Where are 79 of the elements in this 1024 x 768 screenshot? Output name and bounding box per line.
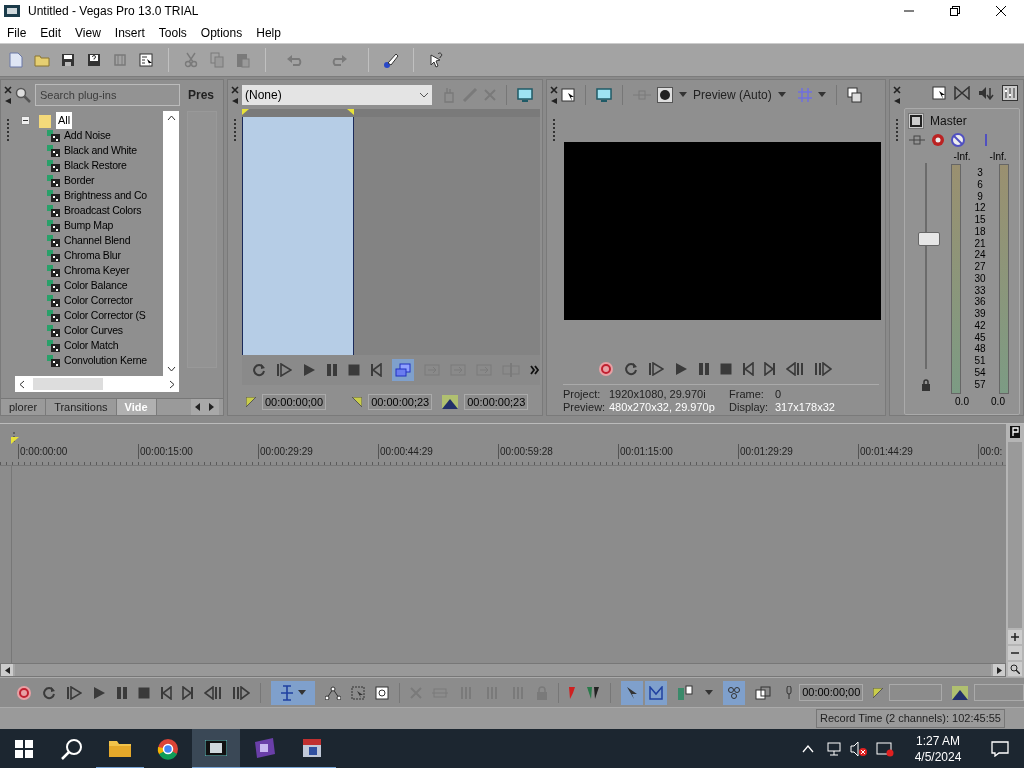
meter-scale-label: 6 bbox=[977, 179, 983, 190]
tree-item[interactable]: Convolution Kerne bbox=[63, 352, 148, 369]
window-title: Untitled - Vegas Pro 13.0 TRIAL bbox=[28, 3, 199, 20]
meter-scale-label: 27 bbox=[974, 262, 986, 273]
meter-scale-label: 18 bbox=[974, 226, 986, 237]
time-label: 00:00:15:00 bbox=[138, 444, 258, 459]
tree-item[interactable]: Color Corrector (S bbox=[63, 307, 147, 324]
meter-scale-label: 39 bbox=[974, 309, 986, 320]
dropdown[interactable]: (None) bbox=[242, 84, 432, 105]
clock-time[interactable]: 1:27 AM bbox=[916, 733, 960, 749]
info-value: 1920x1080, 29.970i bbox=[609, 388, 707, 401]
tree-item[interactable]: Color Balance bbox=[63, 277, 129, 294]
menu-item[interactable]: Edit bbox=[33, 23, 69, 42]
meter-scale-label: 54 bbox=[974, 368, 986, 378]
info-label: Frame: bbox=[729, 388, 765, 401]
menu-item[interactable]: View bbox=[68, 23, 108, 42]
bus-name: Master bbox=[930, 113, 967, 130]
meter-scale-label: 42 bbox=[974, 320, 986, 331]
tab[interactable]: Pres bbox=[188, 86, 215, 104]
menu-item[interactable]: Options bbox=[193, 23, 250, 42]
tree-item[interactable]: Border bbox=[63, 172, 96, 189]
meter-scale-label: 57 bbox=[974, 379, 986, 390]
meter-scale-label: 21 bbox=[974, 238, 986, 249]
tree-item[interactable]: Chroma Blur bbox=[63, 247, 122, 264]
tab[interactable]: Transitions bbox=[46, 399, 117, 415]
peak-reading: -Inf. bbox=[953, 150, 971, 164]
tab[interactable]: plorer bbox=[1, 399, 47, 415]
tree-item[interactable]: Black Restore bbox=[63, 157, 128, 174]
peak-reading: -Inf. bbox=[989, 150, 1007, 164]
meter-reading: 0.0 bbox=[991, 395, 1005, 409]
meter-scale-label: 24 bbox=[974, 250, 986, 261]
meter-scale-label: 3 bbox=[977, 168, 983, 178]
menu-item[interactable]: Help bbox=[249, 23, 288, 42]
tree-item[interactable]: Brightness and Co bbox=[63, 187, 148, 204]
menu-item[interactable]: Tools bbox=[151, 23, 194, 42]
tree-item[interactable]: Bump Map bbox=[63, 217, 115, 234]
tree-item[interactable]: Add Noise bbox=[63, 127, 112, 144]
tree-item[interactable]: All bbox=[56, 112, 73, 129]
time-field[interactable]: 00:00:00;00 bbox=[262, 394, 327, 410]
quality-dropdown[interactable]: Preview (Auto) bbox=[693, 86, 786, 104]
tree-item[interactable]: Color Curves bbox=[63, 322, 124, 339]
menu-item[interactable]: Insert bbox=[107, 23, 152, 42]
time-label: 00:00:59:28 bbox=[498, 444, 618, 459]
meter-scale-label: 51 bbox=[974, 356, 986, 367]
tree-item[interactable]: Black and White bbox=[63, 142, 138, 159]
time-label: 00:01:29:29 bbox=[738, 444, 858, 459]
search-field[interactable]: Search plug-ins bbox=[35, 84, 180, 106]
clock-date[interactable]: 4/5/2024 bbox=[914, 749, 962, 765]
meter-scale-label: 45 bbox=[974, 332, 986, 343]
info-label: Display: bbox=[729, 401, 770, 414]
meter-scale-label: 36 bbox=[974, 297, 986, 308]
tree-item[interactable]: Broadcast Colors bbox=[63, 202, 143, 219]
meter-scale-label: 9 bbox=[977, 191, 983, 202]
meter-scale-label: 12 bbox=[974, 203, 986, 214]
menu-item[interactable]: File bbox=[0, 23, 34, 42]
time-field[interactable]: 00:00:00;00 bbox=[799, 684, 864, 701]
meter-scale-label: 33 bbox=[974, 285, 986, 296]
meter-scale-label: 15 bbox=[974, 215, 986, 226]
time-label: 00:01:44:29 bbox=[858, 444, 978, 459]
meter-scale-label: 48 bbox=[974, 344, 986, 355]
meter-reading: 0.0 bbox=[955, 395, 969, 409]
time-label: 00:01:15:00 bbox=[618, 444, 738, 459]
info-value: 0 bbox=[775, 388, 783, 401]
tree-item[interactable]: Channel Blend bbox=[63, 232, 132, 249]
info-label: Project: bbox=[563, 388, 602, 401]
time-label: 00:00:44:29 bbox=[378, 444, 498, 459]
meter-scale-label: 30 bbox=[974, 273, 986, 284]
info-label: Preview: bbox=[563, 401, 607, 414]
time-field[interactable]: 00:00:00;23 bbox=[368, 394, 433, 410]
time-label: 00:0: bbox=[978, 444, 1003, 459]
info-value: 317x178x32 bbox=[775, 401, 836, 414]
info-value: 480x270x32, 29.970p bbox=[609, 401, 716, 414]
tree-item[interactable]: Chroma Keyer bbox=[63, 262, 131, 279]
tree-item[interactable]: Color Corrector bbox=[63, 292, 134, 309]
time-label: 00:00:29:29 bbox=[258, 444, 378, 459]
tree-item[interactable]: Color Match bbox=[63, 337, 120, 354]
time-label: 0:00:00:00 bbox=[18, 444, 138, 459]
status-text: Record Time (2 channels): 102:45:55 bbox=[816, 709, 1005, 728]
time-field[interactable]: 00:00:00;23 bbox=[464, 394, 529, 410]
